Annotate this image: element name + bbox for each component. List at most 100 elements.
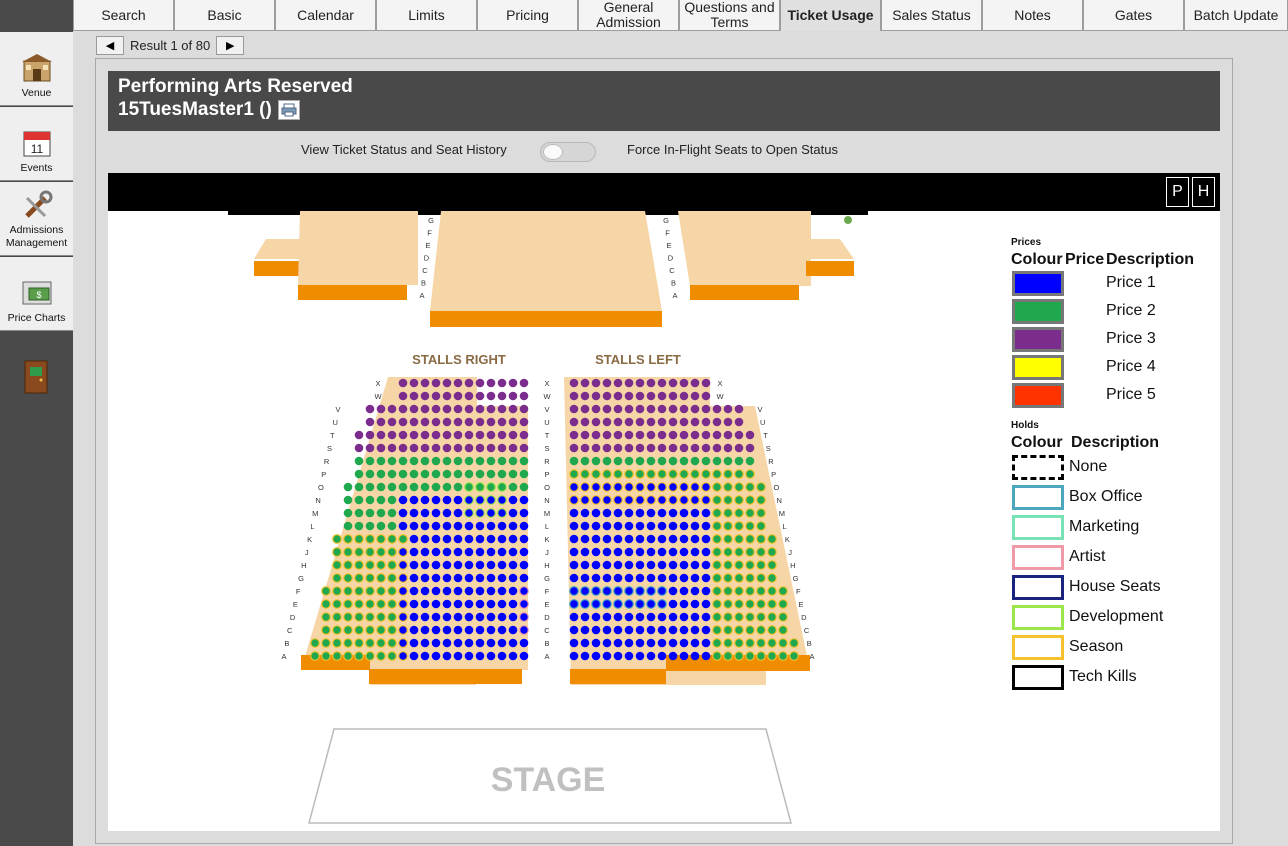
seat[interactable] (464, 508, 474, 518)
seat[interactable] (712, 534, 722, 544)
seat[interactable] (497, 625, 507, 635)
seat[interactable] (646, 508, 656, 518)
seat[interactable] (668, 586, 678, 596)
seat[interactable] (679, 599, 689, 609)
seat[interactable] (756, 534, 766, 544)
seat[interactable] (668, 391, 678, 401)
seat[interactable] (431, 417, 441, 427)
seat[interactable] (453, 404, 463, 414)
seat[interactable] (723, 625, 733, 635)
seat[interactable] (442, 469, 452, 479)
seat[interactable] (464, 625, 474, 635)
seat[interactable] (453, 547, 463, 557)
seat[interactable] (376, 638, 386, 648)
seat[interactable] (690, 534, 700, 544)
seat[interactable] (475, 417, 485, 427)
seat[interactable] (453, 417, 463, 427)
seat[interactable] (431, 651, 441, 661)
seat[interactable] (580, 391, 590, 401)
seat[interactable] (624, 482, 634, 492)
seat[interactable] (508, 508, 518, 518)
seat[interactable] (723, 443, 733, 453)
seat[interactable] (723, 586, 733, 596)
seat[interactable] (712, 521, 722, 531)
seat[interactable] (690, 378, 700, 388)
seat[interactable] (365, 430, 375, 440)
seat[interactable] (475, 469, 485, 479)
seat[interactable] (745, 599, 755, 609)
seat[interactable] (767, 547, 777, 557)
seat[interactable] (756, 586, 766, 596)
seat[interactable] (778, 586, 788, 596)
seat[interactable] (508, 378, 518, 388)
seat[interactable] (679, 573, 689, 583)
seat[interactable] (431, 482, 441, 492)
seat[interactable] (789, 638, 799, 648)
seat[interactable] (602, 417, 612, 427)
seat[interactable] (453, 391, 463, 401)
seat[interactable] (519, 612, 529, 622)
seat[interactable] (464, 443, 474, 453)
seat[interactable] (569, 417, 579, 427)
seat[interactable] (409, 638, 419, 648)
exit-door-icon[interactable] (24, 360, 48, 394)
seat[interactable] (734, 417, 744, 427)
seat[interactable] (679, 521, 689, 531)
seat[interactable] (508, 534, 518, 544)
seat[interactable] (453, 586, 463, 596)
map-h-button[interactable]: H (1192, 177, 1215, 207)
seat[interactable] (376, 612, 386, 622)
seat[interactable] (398, 547, 408, 557)
seat[interactable] (453, 612, 463, 622)
seat[interactable] (365, 521, 375, 531)
seat[interactable] (701, 430, 711, 440)
seat[interactable] (668, 430, 678, 440)
seat[interactable] (756, 625, 766, 635)
seat[interactable] (376, 404, 386, 414)
seat[interactable] (464, 547, 474, 557)
seat[interactable] (409, 404, 419, 414)
seat[interactable] (602, 586, 612, 596)
seat[interactable] (497, 404, 507, 414)
seat[interactable] (486, 560, 496, 570)
seat[interactable] (613, 495, 623, 505)
seat[interactable] (398, 404, 408, 414)
seat[interactable] (442, 495, 452, 505)
seat[interactable] (332, 625, 342, 635)
seat[interactable] (679, 651, 689, 661)
tab-sales-status[interactable]: Sales Status (881, 0, 982, 31)
seat[interactable] (332, 586, 342, 596)
seat[interactable] (646, 417, 656, 427)
seat[interactable] (569, 521, 579, 531)
seat[interactable] (486, 404, 496, 414)
seat[interactable] (354, 599, 364, 609)
seat[interactable] (420, 534, 430, 544)
seat[interactable] (646, 573, 656, 583)
seat[interactable] (701, 404, 711, 414)
seat[interactable] (591, 508, 601, 518)
seat[interactable] (508, 404, 518, 414)
seat[interactable] (475, 443, 485, 453)
seat[interactable] (624, 534, 634, 544)
seat[interactable] (690, 586, 700, 596)
seat[interactable] (409, 573, 419, 583)
seat[interactable] (624, 560, 634, 570)
seat[interactable] (646, 495, 656, 505)
seat[interactable] (646, 378, 656, 388)
seat[interactable] (767, 612, 777, 622)
seat[interactable] (508, 586, 518, 596)
seat[interactable] (519, 599, 529, 609)
seat[interactable] (569, 560, 579, 570)
seat[interactable] (398, 391, 408, 401)
seat[interactable] (591, 404, 601, 414)
seat[interactable] (519, 521, 529, 531)
seat[interactable] (580, 625, 590, 635)
seat[interactable] (723, 534, 733, 544)
seat[interactable] (464, 573, 474, 583)
seat[interactable] (365, 456, 375, 466)
seat[interactable] (624, 547, 634, 557)
seat[interactable] (519, 534, 529, 544)
seat[interactable] (767, 638, 777, 648)
seat[interactable] (701, 378, 711, 388)
seat[interactable] (613, 456, 623, 466)
